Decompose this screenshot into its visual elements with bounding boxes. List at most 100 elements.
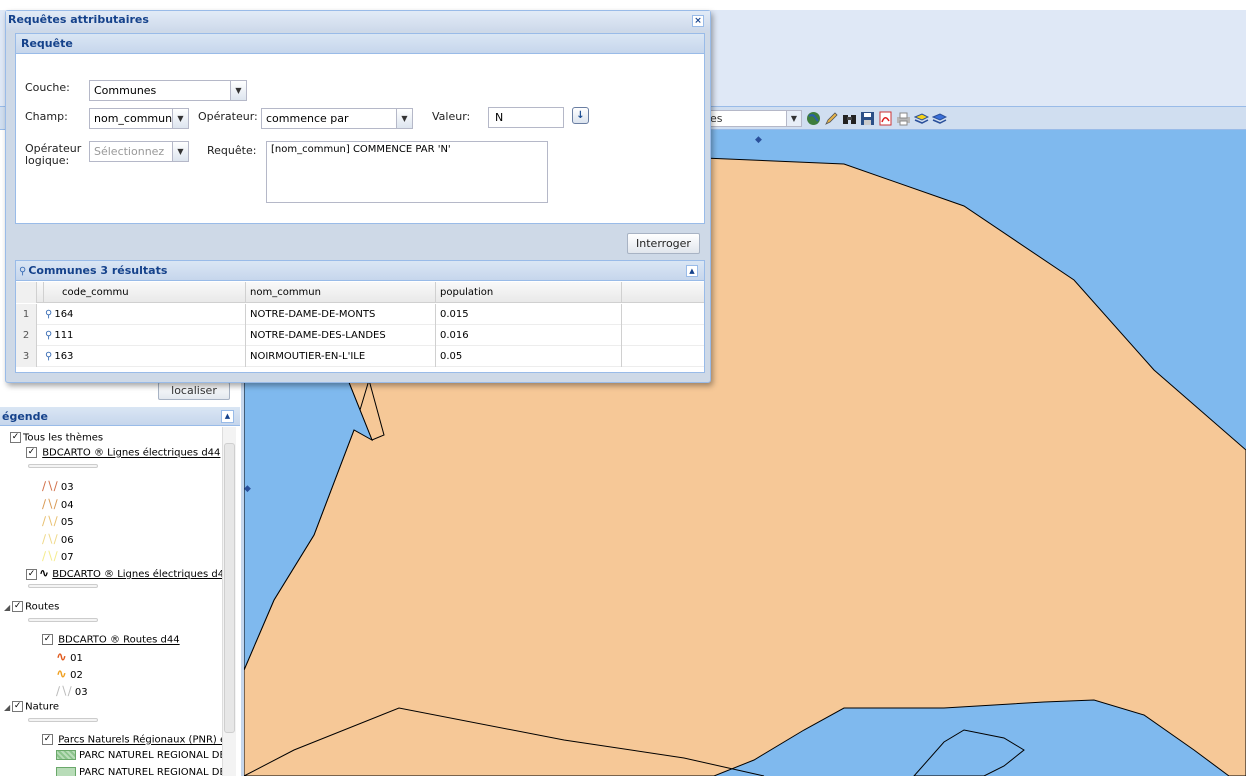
globe-icon[interactable]	[806, 111, 821, 126]
results-panel-header: ⚲ Communes 3 résultats ▲	[16, 261, 704, 281]
requete-panel: Requête Couche: Communes ▼ Champ: nom_co…	[15, 33, 705, 224]
row-number: 3	[16, 346, 37, 367]
expand-triangle-icon[interactable]: ◢	[4, 703, 10, 712]
legend-layer-lignes-2[interactable]: ✓ ∿ BDCARTO ® Lignes électriques d44	[26, 566, 230, 580]
couche-select[interactable]: Communes ▼	[89, 80, 247, 101]
chevron-down-icon: ▼	[786, 111, 801, 126]
opacity-slider[interactable]	[28, 718, 98, 722]
code-cell: ⚲ 163	[37, 346, 246, 367]
collapse-icon[interactable]: ▲	[686, 265, 698, 277]
champ-select[interactable]: nom_commun ▼	[89, 108, 189, 129]
operateur-select[interactable]: commence par ▼	[261, 108, 413, 129]
layers-remove-icon[interactable]	[932, 111, 947, 126]
scrollbar-thumb[interactable]	[224, 443, 235, 733]
layers-add-icon[interactable]	[914, 111, 929, 126]
legend-label: BDCARTO ® Lignes électriques d44	[52, 569, 231, 580]
opacity-slider[interactable]	[28, 618, 98, 622]
requete-textarea[interactable]: [nom_commun] COMMENCE PAR 'N'	[266, 141, 548, 203]
line-symbol-icon: ∕∖∕	[42, 497, 58, 511]
requete-label: Requête:	[207, 144, 257, 157]
table-row[interactable]: 1 ⚲ 164 NOTRE-DAME-DE-MONTS 0.015	[16, 304, 704, 325]
binoculars-icon[interactable]	[842, 111, 857, 126]
icon-column-header	[37, 282, 44, 303]
legend-tree: ✓ Tous les thèmes ✓ BDCARTO ® Lignes élec…	[0, 427, 240, 776]
checkbox-icon[interactable]: ✓	[42, 634, 53, 645]
legend-item-03: ∕∖∕ 03	[42, 479, 74, 493]
row-number-header	[16, 282, 37, 303]
legend-label: Nature	[25, 701, 60, 713]
legend-all-themes[interactable]: ✓ Tous les thèmes	[10, 432, 103, 444]
route-symbol-icon: ∿	[56, 667, 67, 682]
column-header-code[interactable]: code_commu	[44, 282, 246, 303]
legend-group-nature[interactable]: ◢ ✓ Nature	[4, 701, 59, 713]
legend-layer-pnr[interactable]: ✓ Parcs Naturels Régionaux (PNR) en	[42, 734, 232, 746]
legend-item-pnr-2: PARC NATUREL REGIONAL DE	[56, 767, 226, 776]
zoom-to-feature-icon[interactable]: ⚲	[45, 304, 52, 325]
chevron-down-icon: ▼	[172, 109, 188, 128]
champ-label: Champ:	[25, 110, 68, 123]
checkbox-icon[interactable]: ✓	[12, 601, 24, 612]
operateur-logique-select[interactable]: Sélectionnez ▼	[89, 141, 189, 162]
legend-item-pnr-1: PARC NATUREL REGIONAL DE	[56, 750, 226, 761]
checkbox-icon[interactable]: ✓	[10, 432, 21, 443]
magnifier-icon: ⚲	[19, 266, 27, 277]
code-cell: ⚲ 111	[37, 325, 246, 346]
hatch-swatch-icon	[56, 750, 76, 760]
legend-label: Parcs Naturels Régionaux (PNR) en	[58, 734, 233, 746]
expand-triangle-icon[interactable]: ◢	[4, 603, 10, 612]
checkbox-icon[interactable]: ✓	[26, 568, 37, 580]
dialog-titlebar[interactable]: Requêtes attributaires ×	[6, 11, 710, 31]
opacity-slider[interactable]	[28, 584, 98, 588]
nom-cell: NOIRMOUTIER-EN-L'ILE	[246, 346, 436, 367]
operateur-label: Opérateur:	[198, 110, 258, 123]
print-icon[interactable]	[896, 111, 911, 126]
population-cell: 0.015	[436, 304, 622, 325]
zoom-to-feature-icon[interactable]: ⚲	[45, 346, 52, 367]
pencil-icon[interactable]	[824, 111, 839, 126]
requete-panel-header: Requête	[16, 34, 704, 54]
legend-layer-lignes-1[interactable]: ✓ BDCARTO ® Lignes électriques d44	[26, 447, 220, 459]
legend-item-04: ∕∖∕ 04	[42, 497, 74, 511]
close-icon[interactable]: ×	[692, 15, 704, 27]
legend-item-route-02: ∿ 02	[56, 667, 83, 682]
column-header-population[interactable]: population	[436, 282, 622, 303]
legend-group-routes[interactable]: ◢ ✓ Routes	[4, 601, 59, 613]
download-icon[interactable]: ↓	[572, 107, 589, 124]
couche-label: Couche:	[25, 81, 70, 94]
line-symbol-icon: ∕∖∕	[42, 549, 58, 563]
checkbox-icon[interactable]: ✓	[26, 447, 37, 458]
water-inlet	[913, 729, 1025, 776]
row-number: 2	[16, 325, 37, 346]
route-symbol-icon: ∿	[56, 650, 67, 665]
table-row[interactable]: 3 ⚲ 163 NOIRMOUTIER-EN-L'ILE 0.05	[16, 346, 704, 367]
checkbox-icon[interactable]: ✓	[12, 701, 24, 712]
valeur-input[interactable]: N	[488, 107, 564, 128]
table-row[interactable]: 2 ⚲ 111 NOTRE-DAME-DES-LANDES 0.016	[16, 325, 704, 346]
population-cell: 0.05	[436, 346, 622, 367]
column-header-nom[interactable]: nom_commun	[246, 282, 436, 303]
zoom-to-feature-icon[interactable]: ⚲	[45, 325, 52, 346]
layer-select[interactable]: es ▼	[706, 110, 802, 127]
nom-cell: NOTRE-DAME-DE-MONTS	[246, 304, 436, 325]
opacity-slider[interactable]	[28, 464, 98, 468]
legend-item-05: ∕∖∕ 05	[42, 514, 74, 528]
legend-layer-routes[interactable]: ✓ BDCARTO ® Routes d44	[42, 634, 180, 646]
layer-select-value: es	[710, 112, 723, 125]
collapse-icon[interactable]: ▲	[221, 410, 234, 423]
line-symbol-icon: ∿	[39, 566, 50, 580]
legend-label: Tous les thèmes	[23, 432, 104, 444]
map-pan-marker-left: ◆	[244, 484, 251, 494]
population-cell: 0.016	[436, 325, 622, 346]
nom-cell: NOTRE-DAME-DES-LANDES	[246, 325, 436, 346]
legend-label: BDCARTO ® Lignes électriques d44	[42, 447, 221, 459]
save-icon[interactable]	[860, 111, 875, 126]
pdf-icon[interactable]	[878, 111, 893, 126]
legend-item-route-03: ∕∖∕ 03	[56, 684, 88, 698]
checkbox-icon[interactable]: ✓	[42, 734, 53, 745]
dialog-title: Requêtes attributaires	[8, 13, 149, 26]
localiser-button[interactable]: localiser	[158, 382, 230, 400]
legend-scrollbar[interactable]	[222, 427, 236, 776]
map-pan-marker-top: ◆	[755, 135, 762, 145]
interroger-button[interactable]: Interroger	[627, 233, 700, 254]
valeur-label: Valeur:	[432, 110, 471, 123]
